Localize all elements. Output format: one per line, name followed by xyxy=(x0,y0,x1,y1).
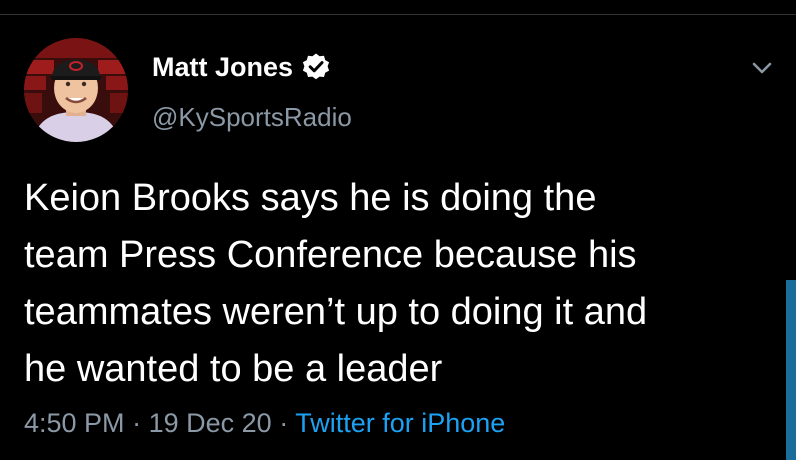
tweet-text: Keion Brooks says he is doing the team P… xyxy=(24,170,764,398)
tweet-text-line: Keion Brooks says he is doing the xyxy=(24,177,597,219)
meta-separator: · xyxy=(279,408,289,438)
avatar[interactable] xyxy=(24,38,128,142)
tweet-date[interactable]: 19 Dec 20 xyxy=(149,408,272,438)
tweet-source-link[interactable]: Twitter for iPhone xyxy=(295,408,505,438)
chevron-down-icon[interactable] xyxy=(748,54,776,82)
author-handle[interactable]: @KySportsRadio xyxy=(152,100,352,134)
tweet-text-line: team Press Conference because his xyxy=(24,234,637,276)
top-divider xyxy=(0,14,796,15)
tweet-metadata: 4:50 PM · 19 Dec 20 · Twitter for iPhone xyxy=(24,405,505,441)
profile-photo xyxy=(24,38,128,142)
verified-badge-icon xyxy=(302,53,330,80)
meta-separator: · xyxy=(132,408,142,438)
tweet-text-line: he wanted to be a leader xyxy=(24,348,443,390)
scrollbar[interactable] xyxy=(786,280,796,460)
tweet-time[interactable]: 4:50 PM xyxy=(24,408,125,438)
author-name-text: Matt Jones xyxy=(152,52,294,82)
author-display-name[interactable]: Matt Jones xyxy=(152,50,331,84)
tweet-text-line: teammates weren’t up to doing it and xyxy=(24,291,648,333)
